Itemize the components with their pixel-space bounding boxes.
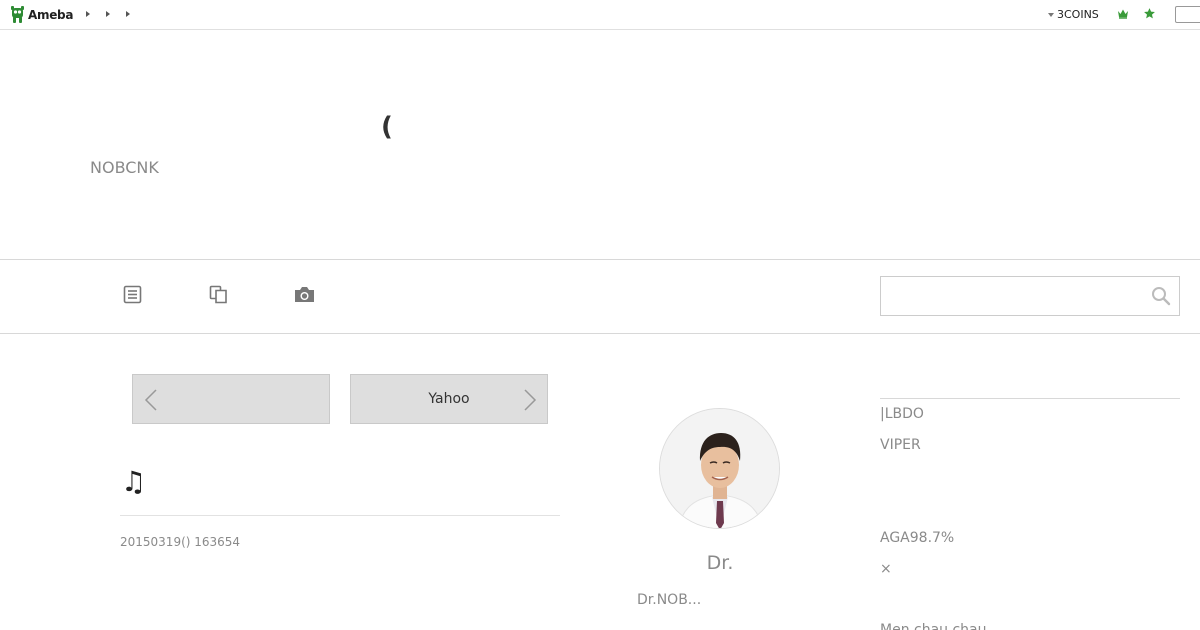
next-article-button[interactable]: Yahoo bbox=[350, 374, 548, 424]
profile-name[interactable]: Dr. bbox=[660, 552, 780, 574]
article-title[interactable]: ♫ bbox=[121, 465, 146, 498]
ameba-logo[interactable]: Ameba bbox=[10, 6, 73, 23]
ameba-logo-icon bbox=[11, 6, 24, 23]
crown-icon[interactable] bbox=[1117, 8, 1129, 19]
next-article-label: Yahoo bbox=[428, 391, 470, 407]
global-header: Ameba 3COINS bbox=[0, 0, 1200, 30]
chevron-left-icon bbox=[144, 389, 157, 411]
divider bbox=[120, 515, 560, 516]
sidebar-link[interactable]: AGA98.7% bbox=[880, 530, 954, 546]
sidebar-text: × bbox=[880, 561, 892, 577]
article-date: 20150319() 163654 bbox=[120, 535, 241, 549]
divider bbox=[0, 259, 1200, 260]
search-icon[interactable] bbox=[1151, 286, 1171, 306]
theme-list-icon[interactable] bbox=[209, 285, 228, 304]
sidebar-link[interactable]: VIPER bbox=[880, 437, 921, 453]
profile-photo bbox=[660, 409, 779, 528]
sidebar-link[interactable]: |LBDO bbox=[880, 406, 924, 422]
header-nav-arrow-3[interactable] bbox=[126, 11, 130, 17]
header-nav-arrow-2[interactable] bbox=[106, 11, 110, 17]
camera-icon[interactable] bbox=[293, 285, 316, 304]
blog-subtitle: NOBCNK bbox=[90, 158, 159, 177]
coins-menu[interactable]: 3COINS bbox=[1048, 8, 1099, 21]
sidebar-link[interactable]: Men.chau chau bbox=[880, 622, 987, 630]
divider bbox=[0, 333, 1200, 334]
article-list-icon[interactable] bbox=[123, 285, 142, 304]
profile-avatar[interactable] bbox=[659, 408, 780, 529]
caret-down-icon bbox=[1048, 13, 1054, 17]
blog-title[interactable]: ( bbox=[381, 112, 393, 142]
blog-search-input[interactable] bbox=[880, 276, 1180, 316]
header-search-input[interactable] bbox=[1175, 6, 1200, 23]
coins-label: 3COINS bbox=[1057, 8, 1099, 21]
divider bbox=[880, 398, 1180, 399]
header-nav-arrow-1[interactable] bbox=[86, 11, 90, 17]
prev-article-button[interactable] bbox=[132, 374, 330, 424]
logo-text: Ameba bbox=[28, 7, 74, 22]
star-icon[interactable] bbox=[1143, 7, 1156, 20]
chevron-right-icon bbox=[524, 389, 537, 411]
profile-description: Dr.NOB... bbox=[637, 592, 702, 608]
